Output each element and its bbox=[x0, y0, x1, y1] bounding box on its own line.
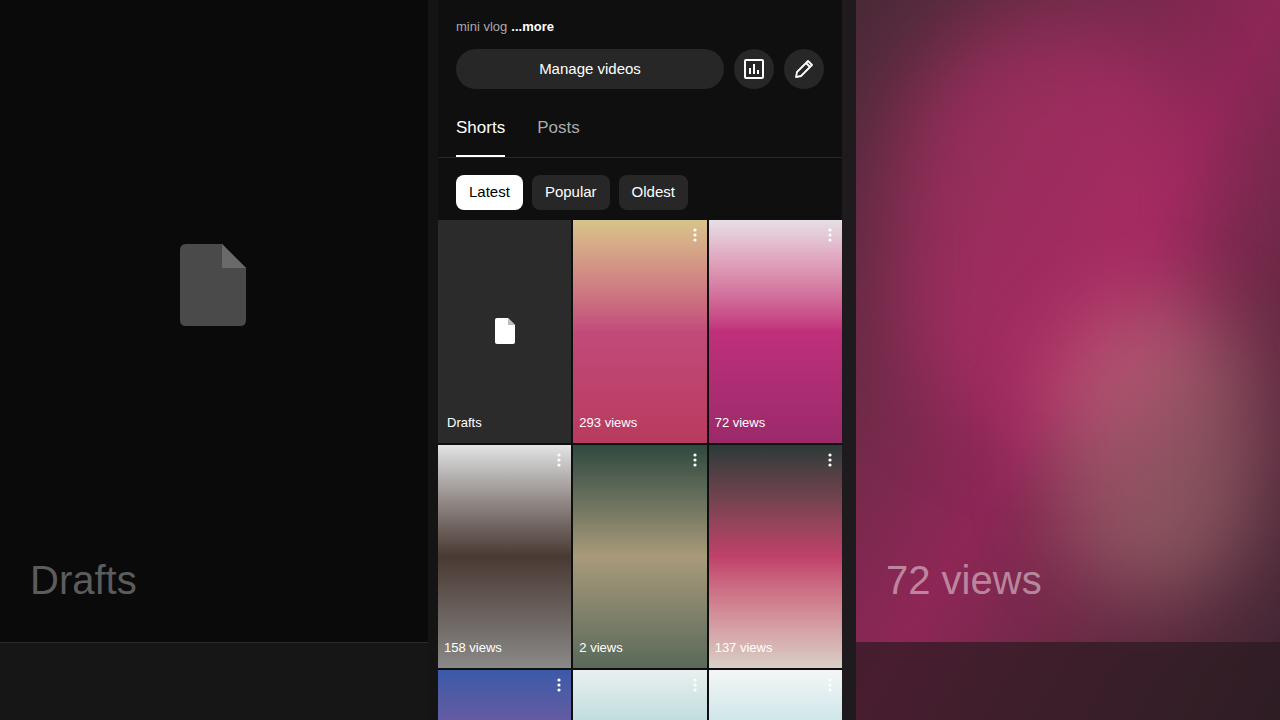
backdrop-label: 72 views bbox=[886, 560, 1042, 600]
short-tile[interactable]: 293 views bbox=[573, 220, 706, 443]
left-backdrop: Drafts bbox=[0, 0, 428, 720]
phone-screen: mini vlog...more Manage videos Shorts Posts… bbox=[438, 0, 842, 720]
view-count: 2 views bbox=[579, 638, 622, 658]
action-row: Manage videos bbox=[438, 49, 842, 89]
view-count: 158 views bbox=[444, 638, 502, 658]
more-vertical-icon bbox=[828, 453, 832, 467]
filter-chip[interactable]: Latest bbox=[456, 175, 523, 210]
short-tile[interactable]: 72 views bbox=[709, 220, 842, 443]
short-tile[interactable]: 137 views bbox=[709, 445, 842, 668]
view-count: 72 views bbox=[715, 413, 766, 433]
more-button[interactable] bbox=[828, 678, 832, 692]
filter-bar: Latest Popular Oldest bbox=[438, 158, 842, 210]
more-vertical-icon bbox=[693, 453, 697, 467]
analytics-icon bbox=[743, 58, 765, 80]
filter-chip[interactable]: Oldest bbox=[619, 175, 688, 210]
backdrop-label: Drafts bbox=[30, 560, 137, 600]
file-icon bbox=[180, 244, 246, 326]
tab-bar: Shorts Posts bbox=[438, 115, 842, 158]
filter-chip[interactable]: Popular bbox=[532, 175, 610, 210]
short-tile[interactable] bbox=[438, 670, 571, 720]
edit-button[interactable] bbox=[784, 49, 824, 89]
view-count: 137 views bbox=[715, 638, 773, 658]
tab[interactable]: Posts bbox=[537, 115, 580, 157]
drafts-label: Drafts bbox=[447, 413, 482, 433]
view-count: 293 views bbox=[579, 413, 637, 433]
more-vertical-icon bbox=[693, 228, 697, 242]
more-vertical-icon bbox=[828, 678, 832, 692]
more-button[interactable] bbox=[693, 453, 697, 467]
tab[interactable]: Shorts bbox=[456, 115, 505, 157]
description-text: mini vlog bbox=[456, 18, 507, 36]
more-vertical-icon bbox=[693, 678, 697, 692]
more-button[interactable] bbox=[693, 228, 697, 242]
backdrop-strip bbox=[0, 642, 428, 720]
pencil-icon bbox=[793, 58, 815, 80]
more-vertical-icon bbox=[557, 678, 561, 692]
short-tile[interactable] bbox=[709, 670, 842, 720]
drafts-tile[interactable]: Drafts bbox=[438, 220, 571, 443]
shorts-grid: Drafts 293 views 72 views 158 views 2 views 1… bbox=[438, 220, 842, 720]
manage-videos-button[interactable]: Manage videos bbox=[456, 49, 724, 89]
short-tile[interactable]: 2 views bbox=[573, 445, 706, 668]
more-button[interactable] bbox=[557, 678, 561, 692]
more-link[interactable]: ...more bbox=[511, 18, 554, 36]
short-tile[interactable] bbox=[573, 670, 706, 720]
more-button[interactable] bbox=[557, 453, 561, 467]
more-vertical-icon bbox=[828, 228, 832, 242]
right-backdrop: 72 views bbox=[856, 0, 1280, 720]
file-icon bbox=[495, 318, 515, 344]
more-button[interactable] bbox=[828, 228, 832, 242]
short-tile[interactable]: 158 views bbox=[438, 445, 571, 668]
channel-description: mini vlog...more bbox=[438, 0, 842, 36]
analytics-button[interactable] bbox=[734, 49, 774, 89]
more-vertical-icon bbox=[557, 453, 561, 467]
drafts-icon-wrap bbox=[438, 220, 571, 443]
more-button[interactable] bbox=[693, 678, 697, 692]
more-button[interactable] bbox=[828, 453, 832, 467]
